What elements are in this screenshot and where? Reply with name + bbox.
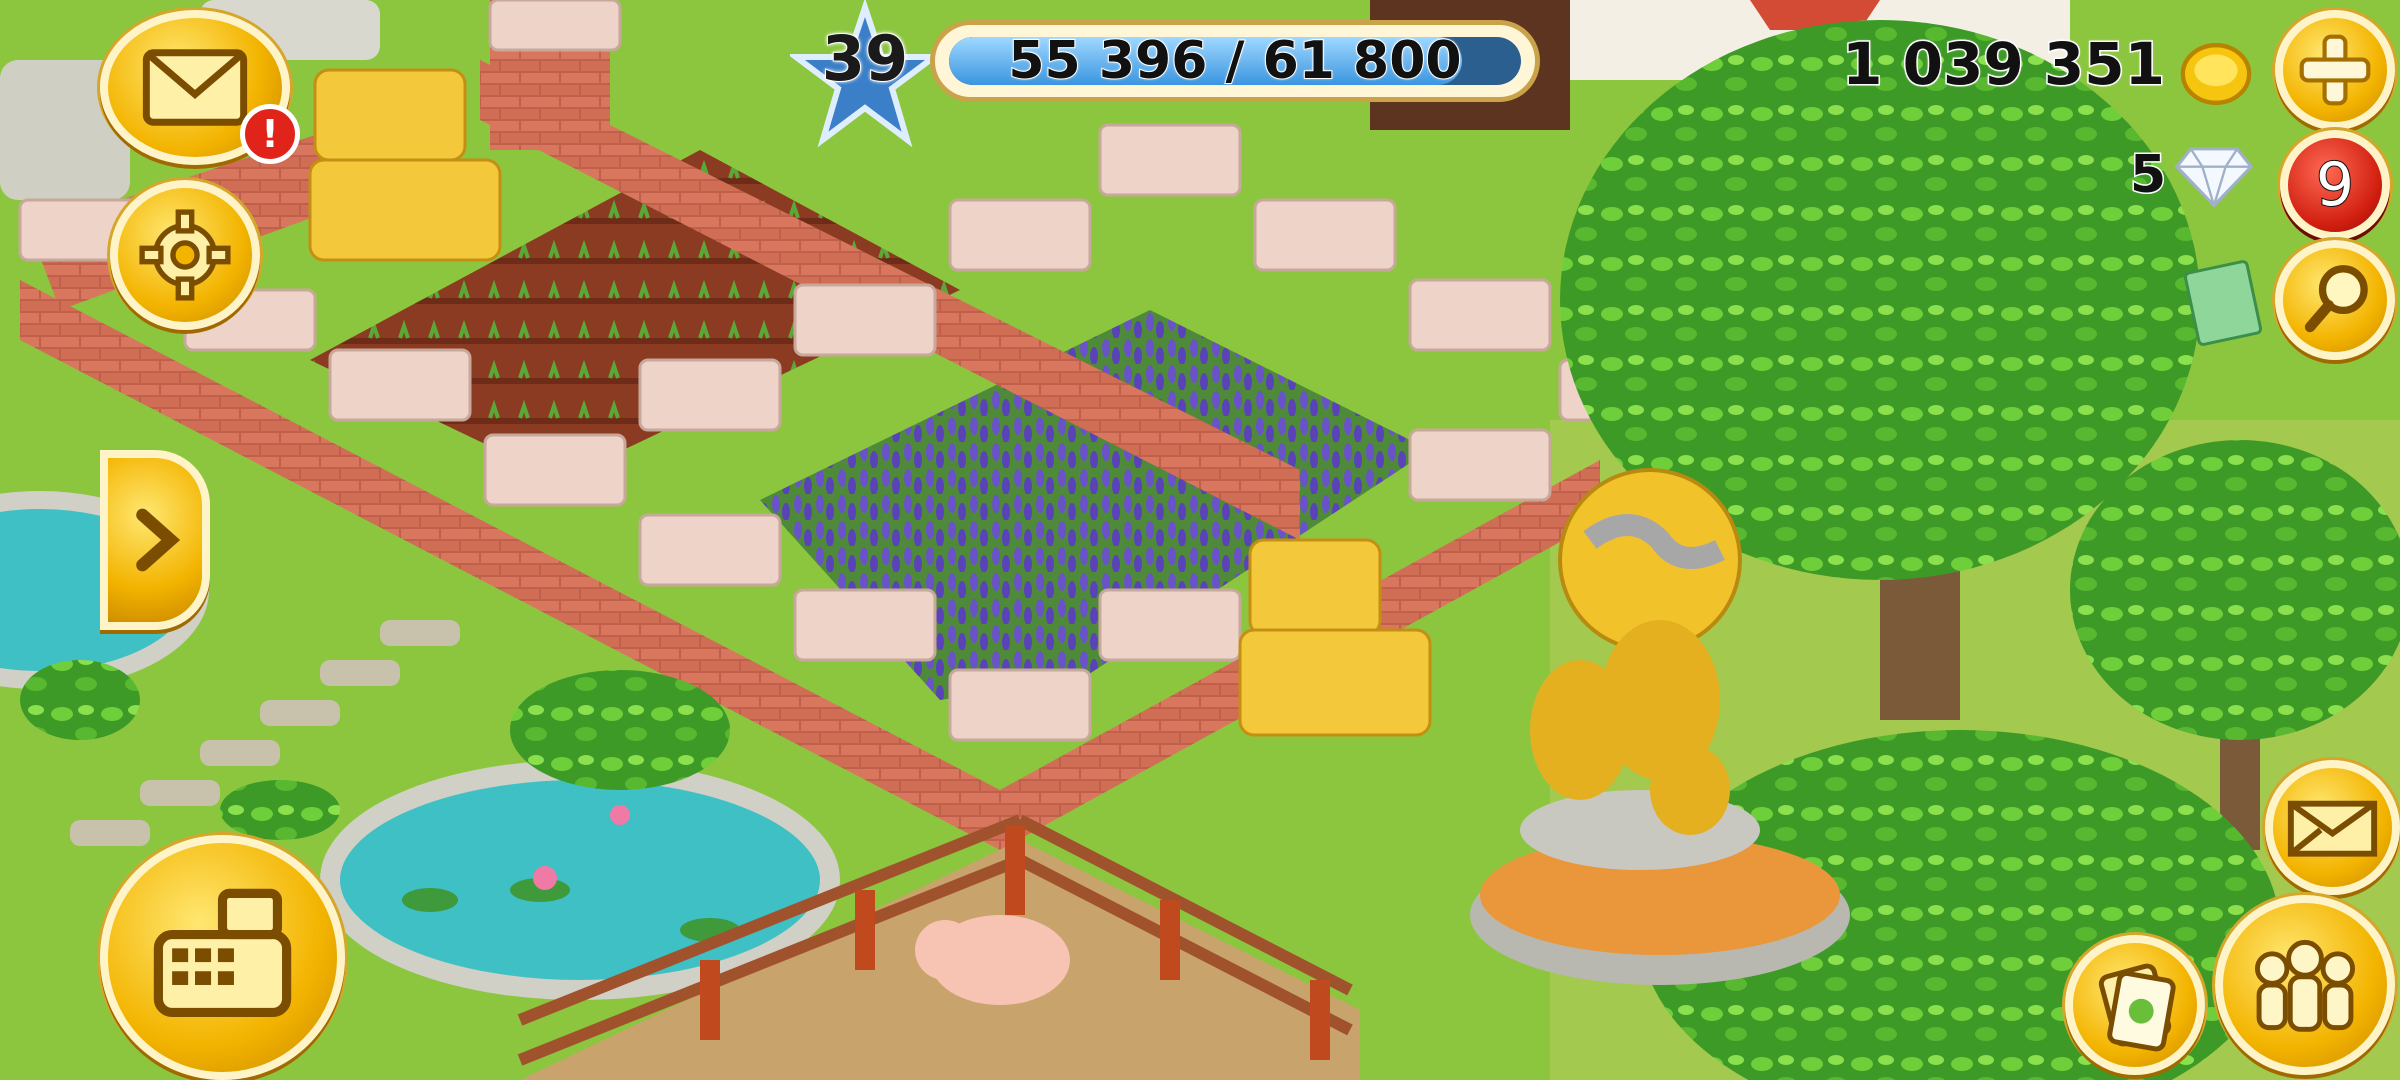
cash-register-icon (153, 888, 292, 1018)
chevron-right-icon (136, 508, 181, 572)
cards-icon (2098, 963, 2176, 1052)
map-button[interactable] (2265, 760, 2400, 895)
shop-button[interactable] (100, 835, 345, 1080)
notification-count: 9 (2315, 149, 2355, 221)
level-number: 39 (821, 21, 909, 96)
expand-panel-button[interactable] (100, 450, 210, 630)
search-button[interactable] (2275, 240, 2395, 360)
coin-count: 1 039 351 (1841, 29, 2167, 100)
diamond-icon (2175, 147, 2253, 207)
friends-button[interactable] (2215, 895, 2395, 1075)
diamond-count: 5 (2128, 144, 2167, 207)
xp-progress-bar[interactable]: 55 396 / 61 800 (930, 20, 1540, 102)
friends-icon (2254, 939, 2356, 1032)
plus-icon (2299, 34, 2371, 106)
notification-button[interactable]: 9 (2280, 130, 2390, 240)
coin-icon (2180, 43, 2252, 105)
mail-alert-badge: ! (240, 104, 300, 164)
gear-icon (139, 209, 231, 301)
farm-scene (0, 0, 2400, 1080)
magnifier-icon (2304, 265, 2368, 333)
add-coins-button[interactable] (2275, 10, 2395, 130)
cards-button[interactable] (2065, 935, 2205, 1075)
settings-button[interactable] (110, 180, 260, 330)
xp-text: 55 396 / 61 800 (1007, 30, 1462, 92)
map-icon (2287, 800, 2378, 857)
